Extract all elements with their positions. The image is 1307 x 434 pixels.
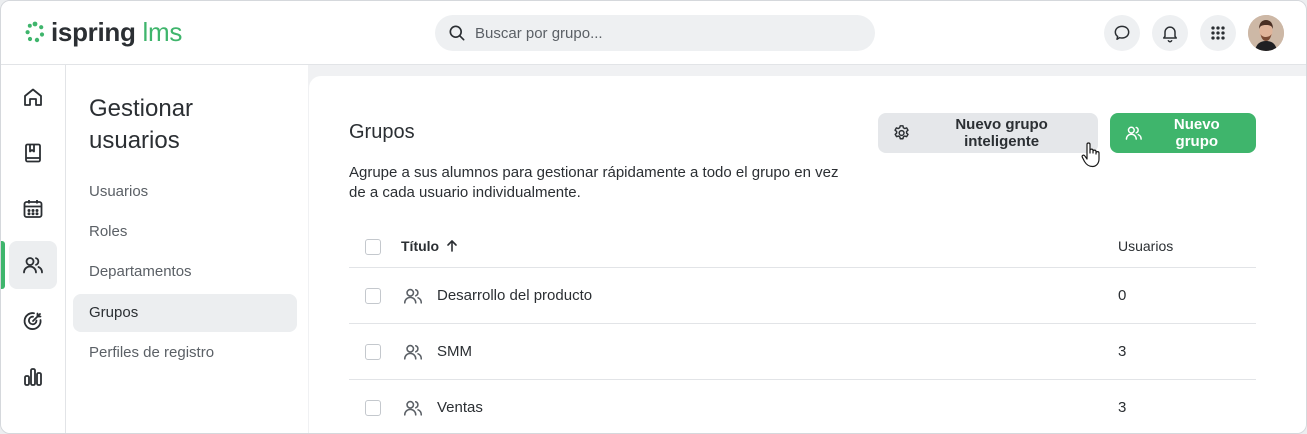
target-icon [23, 312, 42, 330]
table-row[interactable]: Ventas 3 [349, 380, 1256, 433]
subnav-item-usuarios[interactable]: Usuarios [73, 173, 297, 211]
row-checkbox[interactable] [365, 288, 381, 304]
subnav-item-perfiles[interactable]: Perfiles de registro [73, 334, 297, 372]
group-name[interactable]: SMM [437, 343, 472, 360]
new-smart-group-button[interactable]: Nuevo grupo inteligente [878, 113, 1098, 153]
group-name[interactable]: Desarrollo del producto [437, 287, 592, 304]
group-user-count: 3 [1118, 399, 1127, 416]
chat-icon [1114, 25, 1130, 40]
logo[interactable]: ispring lms [23, 17, 182, 47]
column-users-header[interactable]: Usuarios [1118, 238, 1173, 254]
apps-button[interactable] [1200, 15, 1236, 51]
apps-grid-icon [1211, 26, 1225, 40]
gear-icon [894, 125, 909, 140]
logo-text-secondary: lms [142, 17, 183, 47]
groups-card: Grupos Agrupe a sus alumnos para gestion… [309, 76, 1306, 433]
search-bar[interactable] [435, 15, 875, 51]
home-icon [24, 88, 42, 106]
page-description: Agrupe a sus alumnos para gestionar rápi… [349, 164, 839, 201]
users-icon [23, 257, 43, 274]
chart-icon [24, 368, 42, 386]
rail-courses[interactable] [9, 129, 57, 177]
row-checkbox[interactable] [365, 400, 381, 416]
group-icon [403, 288, 423, 304]
calendar-icon [23, 200, 43, 218]
group-name[interactable]: Ventas [437, 399, 483, 416]
rail-calendar[interactable] [9, 185, 57, 233]
subnav-title: Gestionar usuarios [89, 95, 194, 154]
groups-table: Título Usuarios Desarrollo del producto … [349, 226, 1256, 433]
hand-cursor-icon [1081, 142, 1100, 168]
subnav: Gestionar usuarios Usuarios Roles Depart… [66, 65, 308, 433]
icon-rail [1, 65, 66, 433]
group-icon [403, 344, 423, 360]
subnav-item-roles[interactable]: Roles [73, 213, 297, 251]
table-row[interactable]: Desarrollo del producto 0 [349, 268, 1256, 324]
rail-active-indicator [1, 241, 5, 289]
search-icon [449, 25, 465, 41]
table-row[interactable]: SMM 3 [349, 324, 1256, 380]
subnav-item-departamentos[interactable]: Departamentos [73, 253, 297, 291]
group-user-count: 0 [1118, 287, 1127, 304]
new-smart-group-label: Nuevo grupo inteligente [955, 116, 1048, 150]
rail-goals[interactable] [9, 297, 57, 345]
search-input[interactable] [475, 24, 855, 42]
select-all-checkbox[interactable] [365, 239, 381, 255]
bell-icon [1163, 26, 1177, 43]
users-icon [1125, 126, 1142, 140]
rail-home[interactable] [9, 73, 57, 121]
table-header: Título Usuarios [349, 226, 1256, 268]
new-group-button[interactable]: Nuevo grupo [1110, 113, 1256, 153]
new-group-label: Nuevo grupo [1173, 116, 1220, 150]
user-photo-icon [1248, 15, 1284, 51]
sort-arrow-up-icon [447, 240, 457, 252]
rail-users[interactable] [9, 241, 57, 289]
logo-text-primary: ispring [51, 17, 136, 47]
notifications-button[interactable] [1152, 15, 1188, 51]
ispring-logo-icon [25, 21, 45, 43]
top-bar: ispring lms [1, 1, 1306, 65]
group-icon [403, 400, 423, 416]
column-title-label: Título [401, 238, 440, 254]
book-icon [25, 143, 41, 163]
column-title-header[interactable]: Título [401, 238, 459, 254]
rail-reports[interactable] [9, 353, 57, 401]
avatar[interactable] [1248, 15, 1284, 51]
subnav-item-grupos[interactable]: Grupos [73, 294, 297, 332]
group-user-count: 3 [1118, 343, 1127, 360]
app-window: ispring lms Buscar por grupo... Gestiona… [0, 0, 1307, 434]
row-checkbox[interactable] [365, 344, 381, 360]
chat-button[interactable] [1104, 15, 1140, 51]
page-title: Grupos [349, 121, 415, 143]
